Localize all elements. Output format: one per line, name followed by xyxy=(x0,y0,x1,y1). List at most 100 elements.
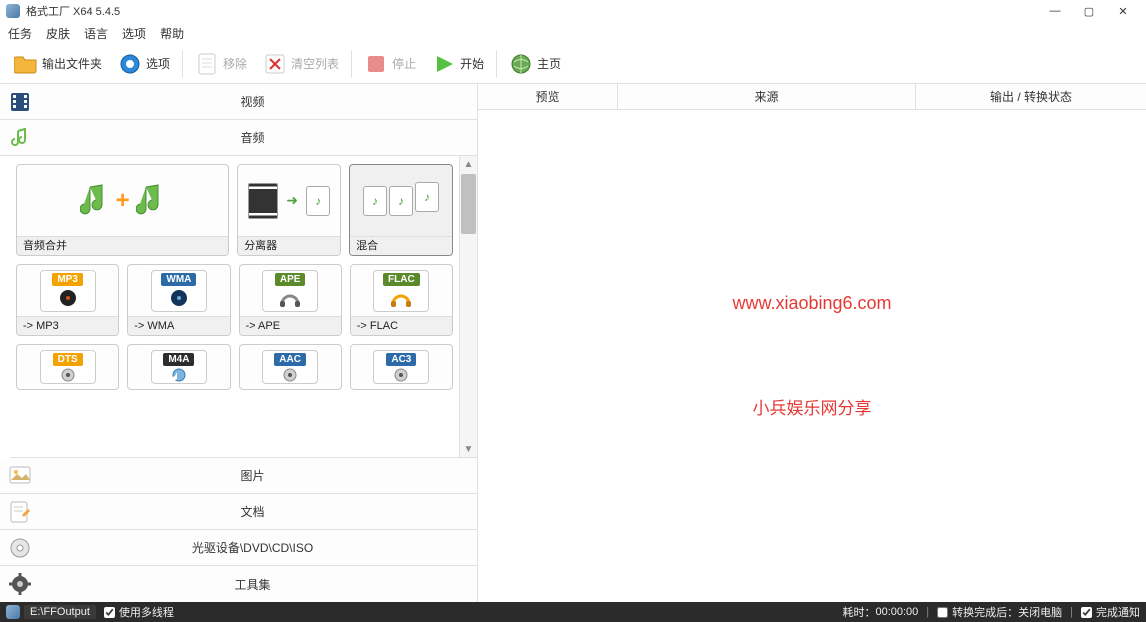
app-icon-small xyxy=(6,605,20,619)
status-elapsed-label: 耗时： xyxy=(842,604,875,620)
separator xyxy=(351,50,352,78)
col-source[interactable]: 来源 xyxy=(618,84,916,109)
start-label: 开始 xyxy=(460,55,484,72)
status-multithread[interactable]: 使用多线程 xyxy=(104,604,174,620)
category-tools-label: 工具集 xyxy=(36,576,469,593)
category-image-label: 图片 xyxy=(36,467,469,484)
home-button[interactable]: 主页 xyxy=(503,48,567,80)
category-image[interactable]: 图片 xyxy=(0,458,477,494)
category-doc-label: 文档 xyxy=(36,503,469,520)
note-file-icon: ♪ xyxy=(415,182,439,212)
film-icon xyxy=(8,90,32,114)
menu-task[interactable]: 任务 xyxy=(8,25,32,42)
category-tools[interactable]: 工具集 xyxy=(0,566,477,602)
multithread-checkbox[interactable] xyxy=(104,607,115,618)
status-output-path[interactable]: E:\FFOutput xyxy=(24,605,96,619)
options-button[interactable]: 选项 xyxy=(112,48,176,80)
category-audio[interactable]: 音频 xyxy=(0,120,477,156)
category-audio-label: 音频 xyxy=(36,129,469,146)
shutdown-checkbox[interactable] xyxy=(937,607,948,618)
menu-help[interactable]: 帮助 xyxy=(160,25,184,42)
badge-aac: AAC xyxy=(274,353,306,366)
plus-icon: + xyxy=(116,187,130,215)
output-folder-label: 输出文件夹 xyxy=(42,55,102,72)
scroll-down-icon[interactable]: ▼ xyxy=(460,441,477,457)
badge-ape: APE xyxy=(275,273,306,286)
tile-ac3[interactable]: AC3 xyxy=(350,344,453,390)
stop-button[interactable]: 停止 xyxy=(358,48,422,80)
category-disc[interactable]: 光驱设备\DVD\CD\ISO xyxy=(0,530,477,566)
tile-ape-label: -> APE xyxy=(240,316,341,335)
overlay-url: www.xiaobing6.com xyxy=(732,293,891,314)
title-bar: 格式工厂 X64 5.4.5 — ▢ ✕ xyxy=(0,0,1146,22)
close-button[interactable]: ✕ xyxy=(1106,2,1140,20)
home-label: 主页 xyxy=(537,55,561,72)
menu-bar: 任务 皮肤 语言 选项 帮助 xyxy=(0,22,1146,44)
category-disc-label: 光驱设备\DVD\CD\ISO xyxy=(36,539,469,556)
app-icon xyxy=(6,4,20,18)
disc-icon xyxy=(8,536,32,560)
category-video[interactable]: 视频 xyxy=(0,84,477,120)
film-icon xyxy=(248,183,278,219)
minimize-button[interactable]: — xyxy=(1038,2,1072,20)
window-title: 格式工厂 X64 5.4.5 xyxy=(26,3,1038,19)
badge-dts: DTS xyxy=(53,353,83,366)
status-notify[interactable]: 完成通知 xyxy=(1081,604,1140,620)
overlay-text: 小兵娱乐网分享 xyxy=(753,394,872,419)
note-file-icon: ♪ xyxy=(306,186,330,216)
document-edit-icon xyxy=(8,500,32,524)
tile-splitter[interactable]: ➜ ♪ 分离器 xyxy=(237,164,341,256)
category-doc[interactable]: 文档 xyxy=(0,494,477,530)
tile-mix[interactable]: ♪ ♪ ♪ 混合 xyxy=(349,164,453,256)
options-label: 选项 xyxy=(146,55,170,72)
badge-m4a: M4A xyxy=(163,353,194,366)
tile-wma-label: -> WMA xyxy=(128,316,229,335)
music-note-icon xyxy=(8,126,32,150)
notify-checkbox[interactable] xyxy=(1081,607,1092,618)
col-output[interactable]: 输出 / 转换状态 xyxy=(916,84,1146,109)
scroll-thumb[interactable] xyxy=(461,174,476,234)
tile-flac-label: -> FLAC xyxy=(351,316,452,335)
separator xyxy=(496,50,497,78)
status-elapsed-value: 00:00:00 xyxy=(875,606,918,618)
globe-icon xyxy=(509,52,533,76)
scrollbar[interactable]: ▲ ▼ xyxy=(459,156,477,457)
tile-audio-join-label: 音频合并 xyxy=(17,236,228,255)
maximize-button[interactable]: ▢ xyxy=(1072,2,1106,20)
status-bar: E:\FFOutput 使用多线程 耗时： 00:00:00 | 转换完成后：关… xyxy=(0,602,1146,622)
tile-mix-label: 混合 xyxy=(350,236,452,255)
menu-lang[interactable]: 语言 xyxy=(84,25,108,42)
tile-flac[interactable]: FLAC -> FLAC xyxy=(350,264,453,336)
clear-label: 清空列表 xyxy=(291,55,339,72)
document-icon xyxy=(195,52,219,76)
tile-m4a[interactable]: M4A xyxy=(127,344,230,390)
folder-icon xyxy=(14,52,38,76)
col-preview[interactable]: 预览 xyxy=(478,84,618,109)
menu-options[interactable]: 选项 xyxy=(122,25,146,42)
stop-label: 停止 xyxy=(392,55,416,72)
badge-ac3: AC3 xyxy=(386,353,416,366)
options-icon xyxy=(118,52,142,76)
remove-label: 移除 xyxy=(223,55,247,72)
tile-wma[interactable]: WMA -> WMA xyxy=(127,264,230,336)
task-list-empty: www.xiaobing6.com 小兵娱乐网分享 xyxy=(478,110,1146,602)
tile-splitter-label: 分离器 xyxy=(238,236,340,255)
left-pane: 视频 音频 + 音频合并 xyxy=(0,84,478,602)
menu-skin[interactable]: 皮肤 xyxy=(46,25,70,42)
clear-button[interactable]: 清空列表 xyxy=(257,48,345,80)
tile-dts[interactable]: DTS xyxy=(16,344,119,390)
image-icon xyxy=(8,464,32,488)
audio-grid-area: + 音频合并 ➜ ♪ 分离器 xyxy=(10,156,477,458)
remove-button[interactable]: 移除 xyxy=(189,48,253,80)
tile-mp3[interactable]: MP3 -> MP3 xyxy=(16,264,119,336)
status-shutdown[interactable]: 转换完成后：关闭电脑 xyxy=(937,604,1062,620)
tile-mp3-label: -> MP3 xyxy=(17,316,118,335)
output-folder-button[interactable]: 输出文件夹 xyxy=(8,48,108,80)
column-headers: 预览 来源 输出 / 转换状态 xyxy=(478,84,1146,110)
tile-ape[interactable]: APE -> APE xyxy=(239,264,342,336)
scroll-up-icon[interactable]: ▲ xyxy=(460,156,477,172)
tile-aac[interactable]: AAC xyxy=(239,344,342,390)
tile-audio-join[interactable]: + 音频合并 xyxy=(16,164,229,256)
start-button[interactable]: 开始 xyxy=(426,48,490,80)
badge-flac: FLAC xyxy=(383,273,420,286)
